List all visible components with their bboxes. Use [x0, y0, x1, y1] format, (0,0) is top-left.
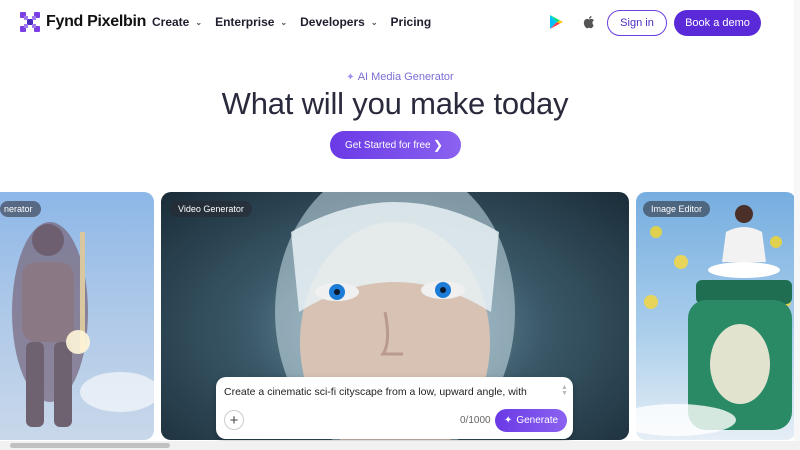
char-counter: 0/1000 [460, 415, 491, 426]
carousel-card-image-generator[interactable]: nerator [0, 192, 154, 440]
vertical-scrollbar[interactable] [794, 0, 800, 441]
sign-in-button[interactable]: Sign in [607, 10, 667, 36]
product-illustration [636, 205, 792, 436]
chevron-down-icon: ⌄ [370, 17, 378, 27]
generate-label: Generate [516, 415, 559, 426]
apple-icon[interactable] [581, 14, 597, 30]
get-started-button[interactable]: Get Started for free ❯ [330, 131, 461, 159]
prompt-box: Create a cinematic sci-fi cityscape from… [216, 377, 573, 439]
top-nav: Fynd Pixelbin Create ⌄ Enterprise ⌄ Deve… [0, 0, 800, 46]
hero-headline: What will you make today [221, 86, 569, 121]
nav-item-pricing[interactable]: Pricing [391, 15, 432, 29]
generate-button[interactable]: ✦ Generate [495, 409, 567, 432]
carousel-card-image-editor[interactable]: Image Editor [636, 192, 796, 440]
sparkle-icon: ✦ [346, 72, 355, 83]
pixelbin-logo-icon [20, 12, 40, 32]
add-attachment-button[interactable]: + [224, 410, 244, 430]
scrollbar-thumb[interactable] [10, 443, 170, 448]
card-tag: nerator [0, 201, 41, 217]
prompt-input[interactable]: Create a cinematic sci-fi cityscape from… [224, 386, 527, 398]
nav-item-label: Create [152, 15, 190, 29]
knight-illustration [12, 222, 154, 427]
nav-item-developers[interactable]: Developers ⌄ [300, 15, 377, 29]
horizontal-scrollbar[interactable] [0, 441, 800, 450]
main-menu: Create ⌄ Enterprise ⌄ Developers ⌄ Prici… [152, 15, 444, 29]
chevron-right-icon: ❯ [432, 138, 443, 152]
prompt-scroll-arrows[interactable]: ▲ ▼ [561, 384, 568, 399]
book-demo-button[interactable]: Book a demo [674, 10, 761, 36]
chevron-down-icon: ⌄ [280, 17, 288, 27]
chevron-down-icon: ⌄ [195, 17, 203, 27]
card-tag: Video Generator [170, 201, 252, 217]
card-tag: Image Editor [643, 201, 711, 217]
eyebrow-label: AI Media Generator [357, 71, 454, 83]
brand-name: Fynd Pixelbin [46, 13, 147, 30]
nav-item-create[interactable]: Create ⌄ [152, 15, 202, 29]
nav-item-label: Pricing [390, 15, 432, 29]
brand-logo[interactable]: Fynd Pixelbin [20, 12, 146, 32]
nav-item-label: Developers [300, 15, 365, 29]
hero-eyebrow: ✦ AI Media Generator [0, 71, 800, 83]
google-play-icon[interactable] [548, 14, 564, 30]
nav-item-enterprise[interactable]: Enterprise ⌄ [215, 15, 287, 29]
cta-label: Get Started for free [345, 139, 431, 151]
sparkle-icon: ✦ [503, 415, 513, 426]
nav-item-label: Enterprise [215, 15, 275, 29]
